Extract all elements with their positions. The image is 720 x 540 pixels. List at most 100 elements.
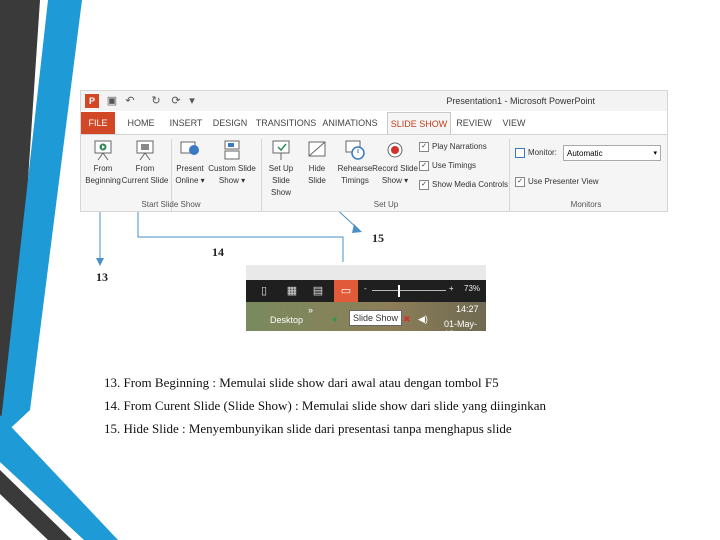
clock-date[interactable]: 01-May-13 — [444, 319, 486, 331]
rehearse-timings-button[interactable]: Rehearse Timings — [335, 139, 375, 187]
record-label-1: Record Slide — [372, 164, 418, 173]
rehearse-label-1: Rehearse — [337, 164, 373, 173]
play-narrations-label: Play Narrations — [432, 142, 487, 152]
group-separator — [509, 139, 510, 211]
windows-taskbar: Desktop » ● Slide Show ✖ ◀) 14:27 01-May… — [246, 302, 486, 331]
slide-show-tooltip: Slide Show — [349, 310, 403, 326]
present-online-icon — [180, 141, 199, 155]
from-beginning-button[interactable]: From Beginning — [83, 139, 123, 187]
use-presenter-view-checkbox[interactable]: ✓ Use Presenter View — [515, 177, 599, 187]
undo-icon[interactable]: ↶ — [123, 94, 137, 108]
checkmark-icon: ✓ — [419, 180, 429, 190]
custom-slide-show-label-2: Show ▾ — [218, 176, 246, 185]
zoom-in-button[interactable]: + — [449, 284, 454, 293]
tab-file[interactable]: FILE — [81, 112, 115, 134]
zoom-out-button[interactable]: - — [364, 284, 367, 293]
callout-13: 13 — [96, 270, 108, 284]
record-slide-show-icon — [387, 142, 403, 158]
powerpoint-ribbon: P ▣ ↶ ↻ ⟳ ▾ Presentation1 - Microsoft Po… — [80, 90, 668, 212]
from-beginning-icon — [94, 140, 112, 161]
group-label-start-slide-show: Start Slide Show — [141, 200, 201, 209]
volume-icon[interactable]: ◀) — [418, 314, 428, 325]
use-timings-label: Use Timings — [432, 161, 477, 171]
record-slide-show-button[interactable]: Record Slide Show ▾ — [371, 139, 419, 187]
description-13: 13. From Beginning : Memulai slide show … — [104, 375, 499, 390]
present-online-label-2: Online ▾ — [175, 176, 205, 185]
statusbar-top-strip — [246, 265, 486, 280]
from-current-slide-button[interactable]: From Current Slide — [121, 139, 169, 187]
monitor-label-text: Monitor: — [528, 148, 557, 158]
set-up-slide-show-button[interactable]: Set Up Slide Show — [261, 139, 301, 199]
normal-view-icon[interactable]: ▯ — [256, 283, 272, 299]
record-label-2: Show ▾ — [381, 176, 409, 185]
from-beginning-label-2: Beginning — [85, 176, 121, 185]
view-buttons-bar: ▯ ▦ ▤ ▭ - + 73% — [246, 280, 486, 302]
desktop-label[interactable]: Desktop — [270, 315, 303, 325]
chevron-icon[interactable]: » — [308, 305, 313, 315]
description-14: 14. From Curent Slide (Slide Show) : Mem… — [104, 398, 546, 413]
hide-slide-button[interactable]: Hide Slide — [303, 139, 331, 187]
group-label-set-up: Set Up — [373, 200, 399, 209]
zoom-slider-thumb[interactable] — [398, 285, 400, 297]
set-up-slide-show-icon — [272, 140, 290, 160]
group-label-monitors: Monitors — [570, 200, 602, 209]
description-15: 15. Hide Slide : Menyembunyikan slide da… — [104, 421, 512, 436]
use-timings-checkbox[interactable]: ✓ Use Timings — [419, 161, 476, 171]
play-narrations-checkbox[interactable]: ✓ Play Narrations — [419, 142, 487, 152]
monitor-icon — [515, 148, 525, 158]
custom-slide-show-label-1: Custom Slide — [208, 164, 256, 173]
hide-slide-icon — [308, 141, 326, 157]
set-up-label-1: Set Up — [268, 164, 294, 173]
hide-slide-label-1: Hide — [308, 164, 326, 173]
hide-slide-label-2: Slide — [308, 176, 326, 185]
from-current-label-2: Current Slide — [121, 176, 169, 185]
save-icon[interactable]: ▣ — [105, 94, 119, 108]
clock-time[interactable]: 14:27 — [456, 304, 479, 314]
tab-transitions[interactable]: TRANSITIONS — [255, 112, 317, 134]
redo-icon[interactable]: ↻ — [149, 94, 163, 108]
powerpoint-app-icon[interactable]: P — [85, 94, 99, 108]
checkmark-icon: ✓ — [419, 161, 429, 171]
present-online-button[interactable]: Present Online ▾ — [173, 139, 207, 187]
tab-insert[interactable]: INSERT — [165, 112, 207, 134]
ribbon-body: From Beginning From Current Slide Presen… — [81, 134, 667, 211]
checkmark-icon: ✓ — [419, 142, 429, 152]
callout-14: 14 — [212, 245, 224, 259]
statusbar-screenshot: ▯ ▦ ▤ ▭ - + 73% Desktop » ● Slide Show ✖… — [246, 265, 486, 331]
checkmark-icon: ✓ — [515, 177, 525, 187]
tab-design[interactable]: DESIGN — [209, 112, 251, 134]
monitor-label: Monitor: — [515, 148, 557, 158]
quick-access-toolbar: P ▣ ↶ ↻ ⟳ ▾ Presentation1 - Microsoft Po… — [81, 91, 667, 111]
rehearse-timings-icon — [345, 140, 365, 160]
from-current-slide-icon — [136, 140, 154, 161]
customize-qat-icon[interactable]: ▾ — [185, 94, 199, 108]
zoom-slider-track[interactable] — [372, 290, 446, 291]
from-current-label-1: From — [135, 164, 155, 173]
start-from-beginning-qat-icon[interactable]: ⟳ — [169, 94, 183, 108]
from-beginning-label-1: From — [93, 164, 113, 173]
zoom-level[interactable]: 73% — [464, 284, 480, 293]
window-title: Presentation1 - Microsoft PowerPoint — [446, 96, 595, 106]
rehearse-label-2: Timings — [341, 176, 369, 185]
present-online-label-1: Present — [176, 164, 204, 173]
tab-slide-show[interactable]: SLIDE SHOW — [387, 112, 451, 134]
set-up-label-2: Slide Show — [270, 176, 291, 197]
tab-view[interactable]: VIEW — [499, 112, 529, 134]
tab-animations[interactable]: ANIMATIONS — [321, 112, 379, 134]
show-media-controls-checkbox[interactable]: ✓ Show Media Controls — [419, 180, 508, 190]
tab-home[interactable]: HOME — [121, 112, 161, 134]
custom-slide-show-icon — [224, 140, 240, 160]
use-presenter-view-label: Use Presenter View — [528, 177, 599, 187]
monitor-select[interactable]: Automatic ▾ — [563, 145, 661, 161]
decor-blue-stripe-bottom — [0, 415, 118, 540]
tab-review[interactable]: REVIEW — [455, 112, 493, 134]
leader-arrow-13 — [96, 258, 104, 266]
ribbon-tabs: FILE HOME INSERT DESIGN TRANSITIONS ANIM… — [81, 112, 667, 134]
monitor-select-value: Automatic — [567, 149, 603, 158]
reading-view-icon[interactable]: ▤ — [310, 283, 326, 299]
custom-slide-show-button[interactable]: Custom Slide Show ▾ — [205, 139, 259, 187]
security-alert-icon[interactable]: ✖ — [403, 314, 411, 325]
slide-show-view-icon[interactable]: ▭ — [334, 280, 358, 302]
slide-sorter-icon[interactable]: ▦ — [284, 283, 300, 299]
network-icon[interactable]: ● — [332, 314, 337, 324]
